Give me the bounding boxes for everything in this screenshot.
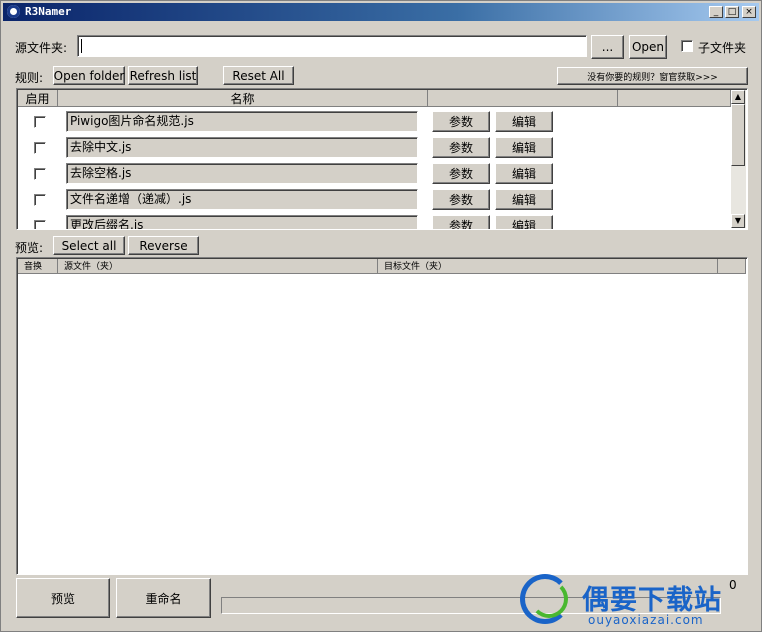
rule-param-button[interactable]: 参数 bbox=[432, 137, 490, 158]
header-target[interactable]: 目标文件（夹） bbox=[378, 259, 718, 274]
source-folder-input[interactable] bbox=[77, 35, 587, 57]
header-source[interactable]: 源文件（夹） bbox=[58, 259, 378, 274]
watermark-logo-swoosh bbox=[530, 580, 568, 618]
preview-list[interactable]: 音换 源文件（夹） 目标文件（夹） bbox=[16, 257, 748, 575]
select-all-button[interactable]: Select all bbox=[53, 236, 125, 255]
rule-param-button[interactable]: 参数 bbox=[432, 189, 490, 210]
header-index[interactable]: 音换 bbox=[18, 259, 58, 274]
rules-scrollbar[interactable]: ▲ ▼ bbox=[731, 90, 746, 228]
rule-edit-button[interactable]: 编辑 bbox=[495, 163, 553, 184]
app-icon bbox=[7, 5, 20, 18]
watermark: 偶要下载站 ouyaoxiazai.com bbox=[516, 568, 761, 630]
preview-label: 预览: bbox=[15, 241, 44, 255]
reverse-button[interactable]: Reverse bbox=[128, 236, 199, 255]
open-folder-button[interactable]: Open folder bbox=[53, 66, 125, 85]
header-filler bbox=[718, 259, 746, 274]
rule-name: 去除中文.js bbox=[66, 137, 418, 158]
app-window: R3Namer _ □ × 源文件夹: ... Open 子文件夹 规则: Op… bbox=[0, 0, 762, 632]
open-button[interactable]: Open bbox=[629, 35, 667, 59]
close-button[interactable]: × bbox=[742, 6, 756, 18]
scroll-down-icon[interactable]: ▼ bbox=[731, 214, 745, 228]
rule-name: 更改后缀名.js bbox=[66, 215, 418, 229]
browse-button[interactable]: ... bbox=[591, 35, 624, 59]
rule-enable-checkbox[interactable] bbox=[34, 116, 46, 128]
text-caret bbox=[81, 39, 82, 53]
rule-param-button[interactable]: 参数 bbox=[432, 215, 490, 229]
get-more-rules-button[interactable]: 没有你要的规则？窗官获取>>> bbox=[557, 67, 748, 85]
rule-enable-checkbox[interactable] bbox=[34, 220, 46, 229]
rule-edit-button[interactable]: 编辑 bbox=[495, 215, 553, 229]
maximize-button[interactable]: □ bbox=[725, 6, 739, 18]
rename-button[interactable]: 重命名 bbox=[116, 578, 211, 618]
rule-enable-checkbox[interactable] bbox=[34, 194, 46, 206]
rule-name: 去除空格.js bbox=[66, 163, 418, 184]
rules-label: 规则: bbox=[15, 71, 44, 85]
window-title: R3Namer bbox=[25, 5, 72, 18]
subfolder-label: 子文件夹 bbox=[698, 41, 747, 55]
rule-param-button[interactable]: 参数 bbox=[432, 111, 490, 132]
rules-list: 启用 名称 Piwigo图片命名规范.js 参数 编辑 去除中文.js 参数 编… bbox=[16, 88, 748, 230]
rule-enable-checkbox[interactable] bbox=[34, 168, 46, 180]
header-col3[interactable] bbox=[428, 90, 618, 107]
header-enabled[interactable]: 启用 bbox=[18, 90, 58, 107]
rule-edit-button[interactable]: 编辑 bbox=[495, 111, 553, 132]
rule-name: 文件名递增（递减）.js bbox=[66, 189, 418, 210]
rule-edit-button[interactable]: 编辑 bbox=[495, 189, 553, 210]
watermark-name: 偶要下载站 bbox=[582, 585, 722, 616]
title-bar[interactable]: R3Namer _ □ × bbox=[3, 3, 759, 21]
refresh-list-button[interactable]: Refresh list bbox=[128, 66, 198, 85]
watermark-url: ouyaoxiazai.com bbox=[588, 613, 704, 627]
rule-name: Piwigo图片命名规范.js bbox=[66, 111, 418, 132]
reset-all-button[interactable]: Reset All bbox=[223, 66, 294, 85]
rule-enable-checkbox[interactable] bbox=[34, 142, 46, 154]
header-name[interactable]: 名称 bbox=[58, 90, 428, 107]
header-col4[interactable] bbox=[618, 90, 731, 107]
preview-button[interactable]: 预览 bbox=[16, 578, 110, 618]
rule-edit-button[interactable]: 编辑 bbox=[495, 137, 553, 158]
minimize-button[interactable]: _ bbox=[709, 6, 723, 18]
rule-param-button[interactable]: 参数 bbox=[432, 163, 490, 184]
scroll-up-icon[interactable]: ▲ bbox=[731, 90, 745, 104]
source-folder-label: 源文件夹: bbox=[15, 41, 68, 55]
scroll-thumb[interactable] bbox=[731, 104, 745, 166]
subfolder-checkbox[interactable] bbox=[681, 40, 693, 52]
